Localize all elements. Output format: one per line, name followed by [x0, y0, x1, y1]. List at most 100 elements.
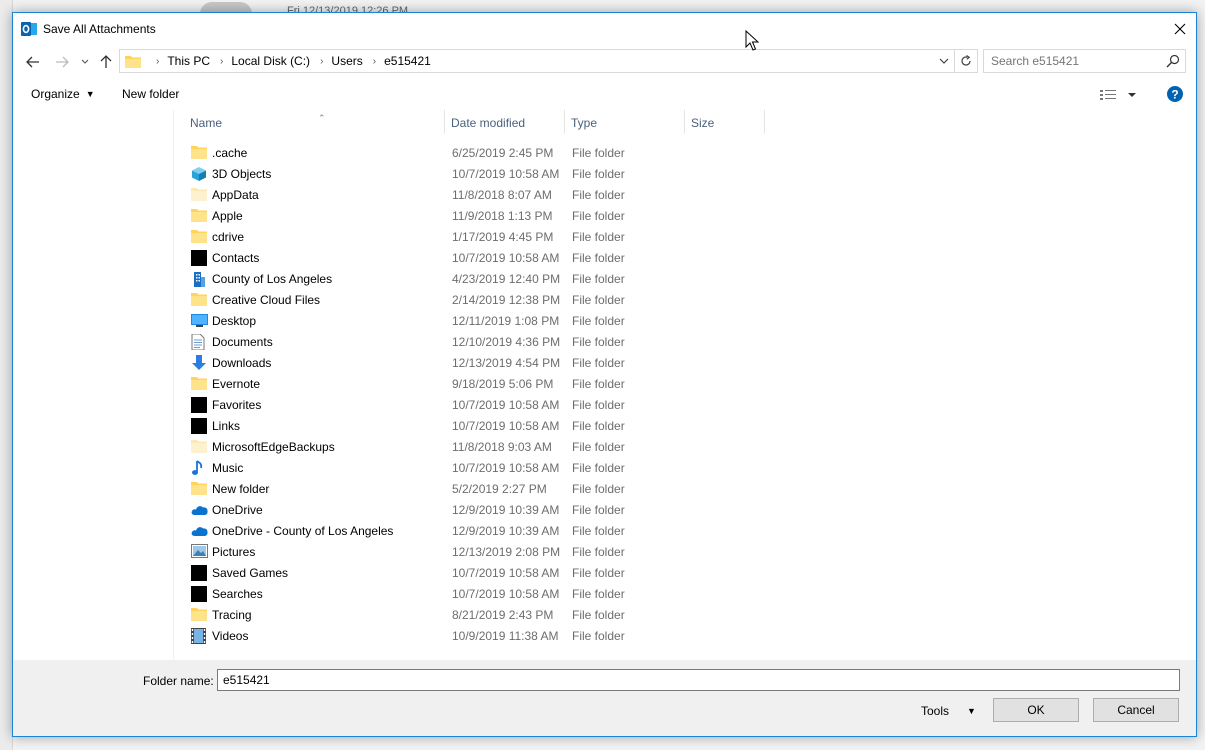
file-date-modified: 12/10/2019 4:36 PM [452, 335, 561, 349]
file-name[interactable]: Pictures [212, 542, 255, 563]
file-type: File folder [572, 398, 625, 412]
cancel-button[interactable]: Cancel [1093, 698, 1179, 722]
address-history-button[interactable] [935, 50, 953, 72]
caret-down-icon: ▼ [85, 89, 95, 99]
file-row[interactable]: cdrive 1/17/2019 4:45 PM File folder [174, 227, 774, 248]
search-box[interactable] [983, 49, 1186, 73]
file-name[interactable]: cdrive [212, 227, 244, 248]
file-name[interactable]: OneDrive [212, 500, 263, 521]
file-row[interactable]: Documents 12/10/2019 4:36 PM File folder [174, 332, 774, 353]
close-button[interactable] [1164, 13, 1196, 45]
title-bar[interactable]: Save All Attachments [13, 13, 1196, 45]
breadcrumb-local-disk[interactable]: Local Disk (C:) [231, 54, 310, 68]
file-row[interactable]: OneDrive 12/9/2019 10:39 AM File folder [174, 500, 774, 521]
file-name[interactable]: Desktop [212, 311, 256, 332]
caret-down-icon: ▼ [967, 706, 976, 716]
file-name[interactable]: New folder [212, 479, 269, 500]
file-row[interactable]: OneDrive - County of Los Angeles 12/9/201… [174, 521, 774, 542]
file-name[interactable]: Tracing [212, 605, 252, 626]
organize-label: Organize [31, 87, 80, 101]
file-type: File folder [572, 377, 625, 391]
file-date-modified: 2/14/2019 12:38 PM [452, 293, 561, 307]
file-row[interactable]: New folder 5/2/2019 2:27 PM File folder [174, 479, 774, 500]
column-header-type[interactable]: Type [565, 110, 685, 134]
back-button[interactable] [21, 51, 45, 73]
file-row[interactable]: County of Los Angeles 4/23/2019 12:40 PM F… [174, 269, 774, 290]
help-button[interactable]: ? [1166, 85, 1184, 103]
file-name[interactable]: Downloads [212, 353, 271, 374]
file-name[interactable]: OneDrive - County of Los Angeles [212, 521, 393, 542]
file-name[interactable]: County of Los Angeles [212, 269, 332, 290]
file-name[interactable]: Documents [212, 332, 273, 353]
breadcrumb-this-pc[interactable]: This PC [167, 54, 210, 68]
file-row[interactable]: Videos 10/9/2019 11:38 AM File folder [174, 626, 774, 647]
file-row[interactable]: Desktop 12/11/2019 1:08 PM File folder [174, 311, 774, 332]
file-date-modified: 1/17/2019 4:45 PM [452, 230, 554, 244]
file-row[interactable]: Favorites 10/7/2019 10:58 AM File folder [174, 395, 774, 416]
file-name[interactable]: Videos [212, 626, 248, 647]
file-name[interactable]: 3D Objects [212, 164, 271, 185]
breadcrumb-users[interactable]: Users [331, 54, 362, 68]
up-button[interactable] [95, 51, 117, 73]
search-icon[interactable] [1166, 54, 1180, 71]
file-row[interactable]: Searches 10/7/2019 10:58 AM File folder [174, 584, 774, 605]
address-bar[interactable]: › This PC › Local Disk (C:) › Users › e5… [119, 49, 978, 73]
search-input[interactable] [984, 50, 1166, 72]
file-row[interactable]: Music 10/7/2019 10:58 AM File folder [174, 458, 774, 479]
organize-button[interactable]: Organize ▼ [25, 84, 101, 104]
file-row[interactable]: MicrosoftEdgeBackups 11/8/2018 9:03 AM Fil… [174, 437, 774, 458]
file-name[interactable]: AppData [212, 185, 259, 206]
file-row[interactable]: Creative Cloud Files 2/14/2019 12:38 PM Fi… [174, 290, 774, 311]
view-options-button[interactable] [1099, 85, 1139, 105]
new-folder-button[interactable]: New folder [116, 84, 185, 104]
recent-locations-button[interactable] [77, 51, 93, 73]
file-type: File folder [572, 524, 625, 538]
file-row[interactable]: Contacts 10/7/2019 10:58 AM File folder [174, 248, 774, 269]
chevron-down-icon [81, 59, 89, 64]
navigation-pane[interactable] [13, 110, 174, 660]
breadcrumb-user-folder[interactable]: e515421 [384, 54, 431, 68]
chevron-down-icon [939, 58, 949, 64]
forward-button[interactable] [51, 51, 73, 73]
file-date-modified: 9/18/2019 5:06 PM [452, 377, 554, 391]
file-type: File folder [572, 356, 625, 370]
file-name[interactable]: Contacts [212, 248, 259, 269]
file-row[interactable]: AppData 11/8/2018 8:07 AM File folder [174, 185, 774, 206]
file-row[interactable]: Downloads 12/13/2019 4:54 PM File folder [174, 353, 774, 374]
file-list[interactable]: ⌃ Name Date modified Type Size .cache 6/2… [174, 110, 1196, 660]
column-header-name[interactable]: ⌃ Name [184, 110, 445, 134]
file-rows: .cache 6/25/2019 2:45 PM File folder 3D Obj… [174, 143, 1196, 647]
file-name[interactable]: MicrosoftEdgeBackups [212, 437, 335, 458]
file-row[interactable]: Tracing 8/21/2019 2:43 PM File folder [174, 605, 774, 626]
black-square-icon [191, 565, 208, 582]
file-row[interactable]: Pictures 12/13/2019 2:08 PM File folder [174, 542, 774, 563]
file-row[interactable]: Apple 11/9/2018 1:13 PM File folder [174, 206, 774, 227]
column-header-date[interactable]: Date modified [445, 110, 565, 134]
column-header-size[interactable]: Size [685, 110, 765, 134]
arrow-up-icon [100, 55, 112, 68]
file-type: File folder [572, 629, 625, 643]
file-date-modified: 12/9/2019 10:39 AM [452, 524, 560, 538]
tools-button[interactable]: Tools ▼ [915, 700, 982, 722]
file-name[interactable]: Favorites [212, 395, 261, 416]
refresh-button[interactable] [954, 50, 977, 72]
file-row[interactable]: Evernote 9/18/2019 5:06 PM File folder [174, 374, 774, 395]
column-headers: ⌃ Name Date modified Type Size [174, 110, 1196, 134]
ok-button[interactable]: OK [993, 698, 1079, 722]
file-name[interactable]: .cache [212, 143, 247, 164]
file-row[interactable]: 3D Objects 10/7/2019 10:58 AM File folder [174, 164, 774, 185]
file-name[interactable]: Creative Cloud Files [212, 290, 320, 311]
folder-icon [191, 376, 208, 393]
file-name[interactable]: Saved Games [212, 563, 288, 584]
file-type: File folder [572, 608, 625, 622]
file-name[interactable]: Searches [212, 584, 263, 605]
documents-icon [191, 333, 208, 351]
file-name[interactable]: Evernote [212, 374, 260, 395]
file-row[interactable]: .cache 6/25/2019 2:45 PM File folder [174, 143, 774, 164]
file-name[interactable]: Apple [212, 206, 243, 227]
file-row[interactable]: Links 10/7/2019 10:58 AM File folder [174, 416, 774, 437]
file-name[interactable]: Links [212, 416, 240, 437]
file-row[interactable]: Saved Games 10/7/2019 10:58 AM File folder [174, 563, 774, 584]
file-name[interactable]: Music [212, 458, 243, 479]
folder-name-input[interactable] [217, 669, 1180, 691]
